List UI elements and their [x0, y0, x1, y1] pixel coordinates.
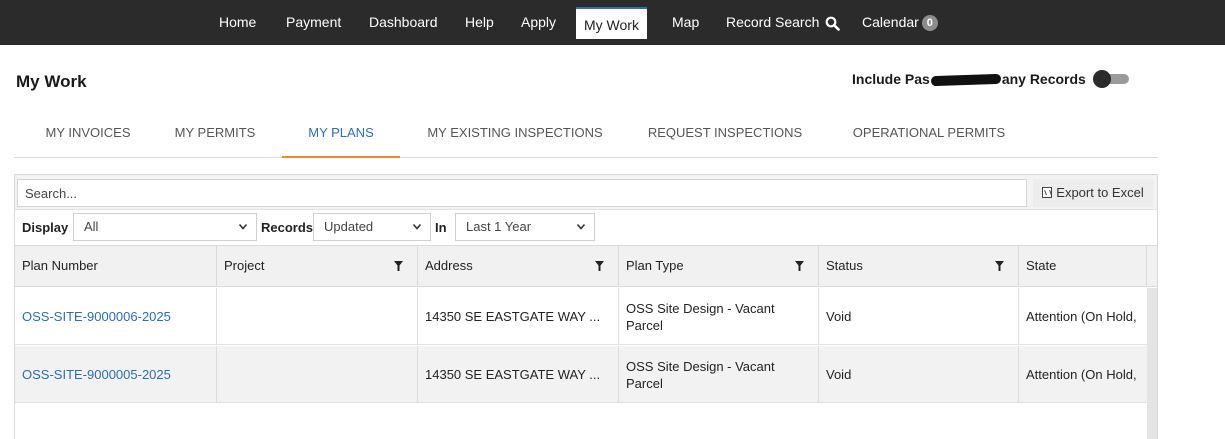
status-cell: Void [819, 288, 1019, 345]
table-row: OSS-SITE-9000006-2025 14350 SE EASTGATE … [15, 288, 1147, 345]
address-cell: 14350 SE EASTGATE WAY ... [418, 288, 619, 345]
filter-icon[interactable] [394, 261, 403, 271]
nav-dashboard[interactable]: Dashboard [369, 0, 438, 45]
table-header: Plan Number Project Address Plan Type St… [15, 245, 1157, 287]
state-cell: Attention (On Hold, [1026, 367, 1137, 382]
column-header-label: Status [826, 258, 863, 273]
nav-record-search[interactable]: Record Search [726, 0, 841, 45]
column-header-address[interactable]: Address [418, 246, 619, 286]
search-icon [825, 16, 841, 31]
tab-my-existing-inspections[interactable]: MY EXISTING INSPECTIONS [416, 112, 614, 158]
column-header-label: Plan Number [22, 258, 98, 273]
page-title: My Work [16, 72, 87, 91]
status-cell: Void [819, 346, 1019, 403]
tab-operational-permits[interactable]: OPERATIONAL PERMITS [844, 112, 1014, 158]
plan-type-cell: OSS Site Design - Vacant Parcel [619, 346, 819, 403]
export-to-excel-button[interactable]: Export to Excel [1033, 179, 1153, 207]
column-header-state[interactable]: State [1019, 246, 1147, 286]
plans-grid: Export to Excel Display All Records Upda… [14, 174, 1158, 439]
state-cell: Attention (On Hold, [1026, 309, 1137, 324]
records-select[interactable]: Updated [313, 213, 431, 241]
nav-calendar-label: Calendar [862, 14, 919, 30]
nav-calendar[interactable]: Calendar 0 [862, 0, 938, 45]
column-header-label: Project [224, 258, 265, 273]
tab-my-invoices[interactable]: MY INVOICES [28, 112, 148, 158]
column-header-plan-number[interactable]: Plan Number [15, 246, 217, 286]
display-filter-label: Display [22, 220, 69, 235]
grid-toolbar: Export to Excel [15, 175, 1157, 210]
redacted-text-mark [930, 74, 1001, 87]
include-label-suffix: any Records [1001, 71, 1086, 87]
include-past-records-toggle[interactable] [1093, 70, 1131, 88]
project-cell [217, 346, 418, 403]
records-filter-label: Records [261, 220, 314, 235]
column-header-status[interactable]: Status [819, 246, 1019, 286]
nav-help[interactable]: Help [465, 0, 494, 45]
chevron-down-icon [238, 214, 248, 249]
column-header-label: Plan Type [626, 258, 684, 273]
filter-icon[interactable] [995, 261, 1004, 271]
nav-map[interactable]: Map [672, 0, 699, 45]
time-range-select-value: Last 1 Year [466, 219, 532, 234]
plan-number-link[interactable]: OSS-SITE-9000005-2025 [15, 346, 217, 403]
plan-number-link[interactable]: OSS-SITE-9000006-2025 [15, 288, 217, 345]
address-cell: 14350 SE EASTGATE WAY ... [418, 346, 619, 403]
include-past-records-label: Include Pas any Records [852, 71, 1086, 87]
export-label: Export to Excel [1056, 185, 1144, 200]
filter-icon[interactable] [795, 261, 804, 271]
excel-file-icon [1042, 187, 1053, 198]
include-label-prefix: Include Pas [852, 71, 930, 87]
top-navigation-bar: Home Payment Dashboard Help Apply My Wor… [0, 0, 1225, 45]
filter-row: Display All Records Updated In Last 1 Ye… [15, 211, 1157, 244]
nav-apply[interactable]: Apply [521, 0, 556, 45]
column-header-label: Address [425, 258, 473, 273]
chevron-down-icon [576, 214, 586, 249]
calendar-count-badge: 0 [921, 15, 938, 32]
records-select-value: Updated [324, 219, 374, 234]
chevron-down-icon [412, 214, 422, 249]
filter-icon[interactable] [595, 261, 604, 271]
table-vertical-scrollbar[interactable] [1147, 288, 1157, 439]
nav-my-work[interactable]: My Work [576, 7, 647, 39]
column-header-plan-type[interactable]: Plan Type [619, 246, 819, 286]
nav-home[interactable]: Home [219, 0, 256, 45]
in-filter-label: In [435, 220, 447, 235]
display-select-value: All [84, 219, 99, 234]
display-select[interactable]: All [73, 213, 257, 241]
tab-request-inspections[interactable]: REQUEST INSPECTIONS [640, 112, 810, 158]
my-work-tabs: MY INVOICES MY PERMITS MY PLANS MY EXIST… [14, 112, 1158, 158]
search-input[interactable] [17, 179, 1027, 207]
column-header-label: State [1026, 258, 1057, 273]
project-cell [217, 288, 418, 345]
tab-my-permits[interactable]: MY PERMITS [160, 112, 270, 158]
nav-payment[interactable]: Payment [286, 0, 341, 45]
time-range-select[interactable]: Last 1 Year [455, 213, 595, 241]
nav-record-search-label: Record Search [726, 14, 820, 30]
tab-my-plans[interactable]: MY PLANS [282, 112, 400, 158]
plan-type-cell: OSS Site Design - Vacant Parcel [619, 288, 819, 345]
column-header-project[interactable]: Project [217, 246, 418, 286]
toggle-knob [1093, 70, 1111, 88]
table-row: OSS-SITE-9000005-2025 14350 SE EASTGATE … [15, 346, 1147, 403]
